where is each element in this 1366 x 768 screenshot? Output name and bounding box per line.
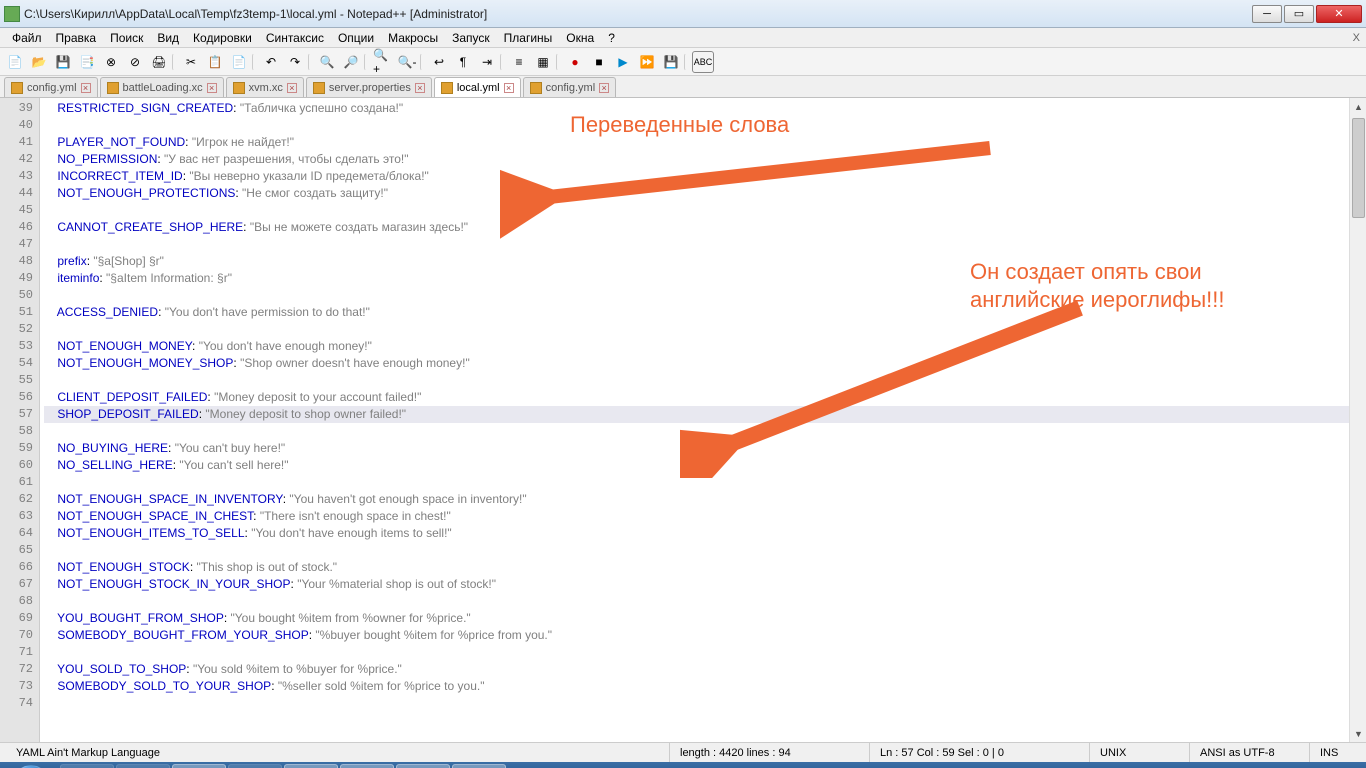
indent-guide-icon[interactable]: ⇥ bbox=[476, 51, 498, 73]
menu-search[interactable]: Поиск bbox=[104, 29, 149, 47]
menu-bar: Файл Правка Поиск Вид Кодировки Синтакси… bbox=[0, 28, 1366, 48]
taskbar-notepadpp[interactable] bbox=[452, 764, 506, 768]
toolbar: 📄 📂 💾 📑 ⊗ ⊘ 🖨 ✂ 📋 📄 ↶ ↷ 🔍 🔎 🔍+ 🔍- ↩ ¶ ⇥ … bbox=[0, 48, 1366, 76]
tab-3[interactable]: server.properties × bbox=[306, 77, 432, 97]
new-file-icon[interactable]: 📄 bbox=[4, 51, 26, 73]
tab-label: config.yml bbox=[27, 82, 77, 94]
cut-icon[interactable]: ✂ bbox=[180, 51, 202, 73]
tab-close-icon[interactable]: × bbox=[207, 83, 217, 93]
separator bbox=[172, 53, 178, 71]
menu-help[interactable]: ? bbox=[602, 29, 621, 47]
menu-run[interactable]: Запуск bbox=[446, 29, 496, 47]
menu-file[interactable]: Файл bbox=[6, 29, 48, 47]
tab-close-icon[interactable]: × bbox=[81, 83, 91, 93]
replace-icon[interactable]: 🔎 bbox=[340, 51, 362, 73]
line-number-gutter: 39 40 41 42 43 44 45 46 47 48 49 50 51 5… bbox=[0, 98, 40, 742]
stop-macro-icon[interactable]: ■ bbox=[588, 51, 610, 73]
separator bbox=[308, 53, 314, 71]
print-icon[interactable]: 🖨 bbox=[148, 51, 170, 73]
save-macro-icon[interactable]: 💾 bbox=[660, 51, 682, 73]
function-list-icon[interactable]: ≡ bbox=[508, 51, 530, 73]
separator bbox=[252, 53, 258, 71]
scroll-thumb[interactable] bbox=[1352, 118, 1365, 218]
copy-icon[interactable]: 📋 bbox=[204, 51, 226, 73]
play-macro-icon[interactable]: ▶ bbox=[612, 51, 634, 73]
tab-2[interactable]: xvm.xc × bbox=[226, 77, 304, 97]
separator bbox=[556, 53, 562, 71]
file-icon bbox=[530, 82, 542, 94]
tab-bar: config.yml×battleLoading.xc×xvm.xc×serve… bbox=[0, 76, 1366, 98]
tab-1[interactable]: battleLoading.xc × bbox=[100, 77, 224, 97]
show-all-chars-icon[interactable]: ¶ bbox=[452, 51, 474, 73]
spellcheck-icon[interactable]: ABC bbox=[692, 51, 714, 73]
menu-macros[interactable]: Макросы bbox=[382, 29, 444, 47]
start-button[interactable] bbox=[4, 763, 58, 768]
tab-label: config.yml bbox=[546, 82, 596, 94]
window-titlebar: C:\Users\Кирилл\AppData\Local\Temp\fz3te… bbox=[0, 0, 1366, 28]
zoom-in-icon[interactable]: 🔍+ bbox=[372, 51, 394, 73]
tab-close-icon[interactable]: × bbox=[415, 83, 425, 93]
taskbar-steam[interactable] bbox=[116, 764, 170, 768]
menu-view[interactable]: Вид bbox=[151, 29, 185, 47]
menu-windows[interactable]: Окна bbox=[560, 29, 600, 47]
open-file-icon[interactable]: 📂 bbox=[28, 51, 50, 73]
file-icon bbox=[441, 82, 453, 94]
separator bbox=[684, 53, 690, 71]
separator bbox=[364, 53, 370, 71]
record-macro-icon[interactable]: ● bbox=[564, 51, 586, 73]
tab-label: local.yml bbox=[457, 82, 500, 94]
tab-4[interactable]: local.yml × bbox=[434, 77, 521, 97]
windows-taskbar: Fz RU ▲ 🏳 🛡 📶 🔊 20:08 18.11.2014 bbox=[0, 762, 1366, 768]
save-icon[interactable]: 💾 bbox=[52, 51, 74, 73]
paste-icon[interactable]: 📄 bbox=[228, 51, 250, 73]
app-icon bbox=[4, 6, 20, 22]
vertical-scrollbar[interactable]: ▲ ▼ bbox=[1349, 98, 1366, 742]
window-title: C:\Users\Кирилл\AppData\Local\Temp\fz3te… bbox=[24, 7, 1252, 21]
tab-close-icon[interactable]: × bbox=[287, 83, 297, 93]
tab-label: battleLoading.xc bbox=[123, 82, 203, 94]
taskbar-chrome[interactable] bbox=[228, 764, 282, 768]
run-macro-multi-icon[interactable]: ⏩ bbox=[636, 51, 658, 73]
taskbar-explorer[interactable] bbox=[340, 764, 394, 768]
separator bbox=[500, 53, 506, 71]
tab-label: xvm.xc bbox=[249, 82, 283, 94]
menu-encoding[interactable]: Кодировки bbox=[187, 29, 258, 47]
doc-map-icon[interactable]: ▦ bbox=[532, 51, 554, 73]
close-file-icon[interactable]: ⊗ bbox=[100, 51, 122, 73]
taskbar-skype[interactable] bbox=[172, 764, 226, 768]
save-all-icon[interactable]: 📑 bbox=[76, 51, 98, 73]
file-icon bbox=[233, 82, 245, 94]
tab-0[interactable]: config.yml × bbox=[4, 77, 98, 97]
menu-options[interactable]: Опции bbox=[332, 29, 380, 47]
separator bbox=[420, 53, 426, 71]
file-icon bbox=[107, 82, 119, 94]
taskbar-filezilla[interactable]: Fz bbox=[396, 764, 450, 768]
tab-close-icon[interactable]: × bbox=[599, 83, 609, 93]
menu-edit[interactable]: Правка bbox=[50, 29, 103, 47]
zoom-out-icon[interactable]: 🔍- bbox=[396, 51, 418, 73]
find-icon[interactable]: 🔍 bbox=[316, 51, 338, 73]
scroll-up-icon[interactable]: ▲ bbox=[1350, 98, 1366, 115]
scroll-down-icon[interactable]: ▼ bbox=[1350, 725, 1366, 742]
tab-label: server.properties bbox=[329, 82, 411, 94]
menu-syntax[interactable]: Синтаксис bbox=[260, 29, 330, 47]
maximize-button[interactable]: ▭ bbox=[1284, 5, 1314, 23]
file-icon bbox=[11, 82, 23, 94]
close-all-icon[interactable]: ⊘ bbox=[124, 51, 146, 73]
wrap-icon[interactable]: ↩ bbox=[428, 51, 450, 73]
undo-icon[interactable]: ↶ bbox=[260, 51, 282, 73]
minimize-button[interactable]: ─ bbox=[1252, 5, 1282, 23]
redo-icon[interactable]: ↷ bbox=[284, 51, 306, 73]
tab-close-icon[interactable]: × bbox=[504, 83, 514, 93]
editor-area: 39 40 41 42 43 44 45 46 47 48 49 50 51 5… bbox=[0, 98, 1366, 742]
taskbar-app-1[interactable] bbox=[60, 764, 114, 768]
menu-plugins[interactable]: Плагины bbox=[498, 29, 559, 47]
file-icon bbox=[313, 82, 325, 94]
code-content[interactable]: RESTRICTED_SIGN_CREATED: "Табличка успеш… bbox=[40, 98, 1349, 742]
menu-close-x[interactable]: X bbox=[1353, 32, 1360, 44]
tab-5[interactable]: config.yml× bbox=[523, 77, 617, 97]
taskbar-minecraft[interactable] bbox=[284, 764, 338, 768]
close-button[interactable]: ✕ bbox=[1316, 5, 1362, 23]
